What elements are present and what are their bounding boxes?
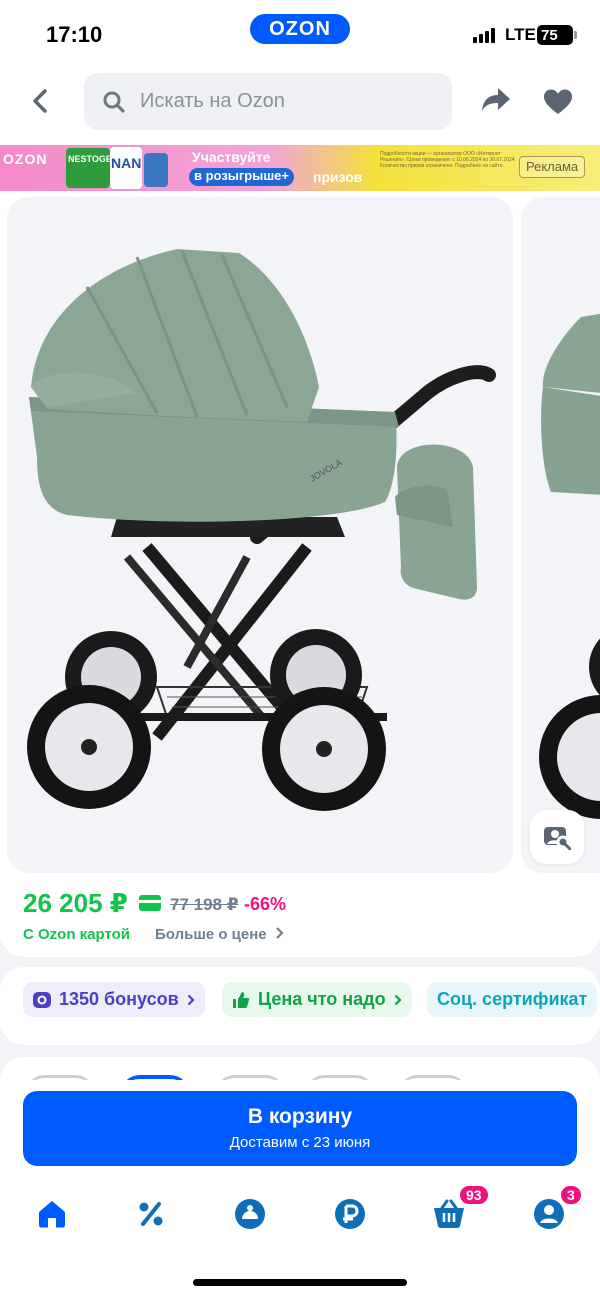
- promo-chips: 1350 бонусов Цена что надо Соц. сертифик…: [0, 967, 600, 1045]
- tab-home[interactable]: [34, 1196, 70, 1232]
- percent-icon: [139, 1202, 163, 1226]
- good-price-chip[interactable]: Цена что надо: [222, 982, 412, 1017]
- banner-highlight: в розыгрыше+: [189, 168, 294, 186]
- search-icon: [103, 91, 125, 113]
- cart-count-badge: 93: [458, 1184, 490, 1206]
- battery-level: 75: [541, 26, 558, 44]
- product-screen: 17:10 OZON LTE 75 OZON NESTOGEN NAN Учас…: [0, 0, 600, 1297]
- product-gallery[interactable]: JOVOLA: [0, 191, 600, 881]
- top-header: [0, 70, 600, 145]
- add-to-cart-label: В корзину: [247, 1105, 353, 1128]
- tab-fresh[interactable]: [232, 1196, 268, 1232]
- discount-badge: -66%: [244, 894, 287, 914]
- ozon-card-note: С Ozon картой: [23, 926, 131, 943]
- social-certificate-chip[interactable]: Соц. сертификат: [427, 982, 598, 1017]
- chevron-right-icon: [276, 927, 284, 939]
- battery-icon: 75: [537, 25, 577, 45]
- image-search-button[interactable]: [530, 810, 584, 864]
- current-price: 26 205 ₽: [23, 888, 128, 918]
- back-button[interactable]: [26, 86, 56, 116]
- price-block: 26 205 ₽ 77 198 ₽ -66% С Ozon картой Бол…: [0, 881, 600, 957]
- old-price: 77 198 ₽: [170, 895, 239, 914]
- banner-headline-end: призов: [313, 169, 363, 185]
- search-input[interactable]: [140, 81, 440, 121]
- network-label: LTE: [505, 25, 536, 44]
- share-button[interactable]: [480, 86, 512, 119]
- home-indicator: [193, 1279, 407, 1286]
- good-price-chip-label: Цена что надо: [258, 989, 386, 1009]
- banner-logo: OZON: [3, 151, 48, 167]
- bottom-panel: В корзину Доставим с 23 июня: [0, 1080, 600, 1297]
- chevron-right-icon: [394, 994, 402, 1005]
- status-time: 17:10: [46, 22, 103, 47]
- ozon-card-icon: [139, 895, 161, 911]
- chevron-left-icon: [33, 89, 47, 113]
- banner-fine-print: Подробности акции — организатор ООО «Инт…: [380, 151, 516, 169]
- status-bar: 17:10 OZON LTE 75: [0, 0, 600, 70]
- profile-icon: [534, 1199, 564, 1229]
- social-certificate-label: Соц. сертификат: [437, 989, 588, 1009]
- banner-product-jar: [144, 153, 168, 187]
- tab-sale[interactable]: [133, 1196, 169, 1232]
- banner-headline: Участвуйте: [192, 149, 271, 165]
- banner-product-pack: NESTOGEN: [66, 148, 118, 188]
- favorite-button[interactable]: [543, 88, 573, 121]
- profile-badge: 3: [559, 1184, 583, 1206]
- stroller-image: JOVOLA: [27, 249, 496, 811]
- next-photo-preview[interactable]: [521, 197, 600, 873]
- banner-product-pack: NAN: [110, 147, 142, 189]
- home-icon: [39, 1201, 65, 1228]
- bonus-icon: [33, 991, 51, 1008]
- tab-finance[interactable]: [332, 1196, 368, 1232]
- heart-icon: [544, 89, 572, 114]
- delivery-date: Доставим с 23 июня: [229, 1134, 371, 1151]
- add-to-cart-button[interactable]: В корзину Доставим с 23 июня: [23, 1091, 577, 1166]
- fresh-icon: [235, 1199, 265, 1229]
- chevron-right-icon: [187, 994, 195, 1005]
- ruble-icon: [335, 1199, 365, 1229]
- basket-icon: [434, 1199, 464, 1228]
- thumbs-up-icon: [233, 991, 250, 1008]
- photo-search-icon: [544, 827, 571, 850]
- bonus-chip-label: 1350 бонусов: [59, 989, 179, 1009]
- product-photo[interactable]: JOVOLA: [7, 197, 513, 873]
- bonus-chip[interactable]: 1350 бонусов: [23, 982, 205, 1017]
- search-bar[interactable]: [84, 73, 452, 130]
- ozon-logo: OZON: [250, 14, 350, 44]
- more-about-price-label: Больше о цене: [155, 926, 267, 943]
- signal-icon: [473, 28, 495, 43]
- more-about-price-link[interactable]: Больше о цене: [155, 926, 285, 943]
- ad-label: Реклама: [519, 156, 586, 178]
- share-icon: [482, 88, 510, 111]
- ad-banner[interactable]: OZON NESTOGEN NAN Участвуйте в розыгрыше…: [0, 145, 600, 191]
